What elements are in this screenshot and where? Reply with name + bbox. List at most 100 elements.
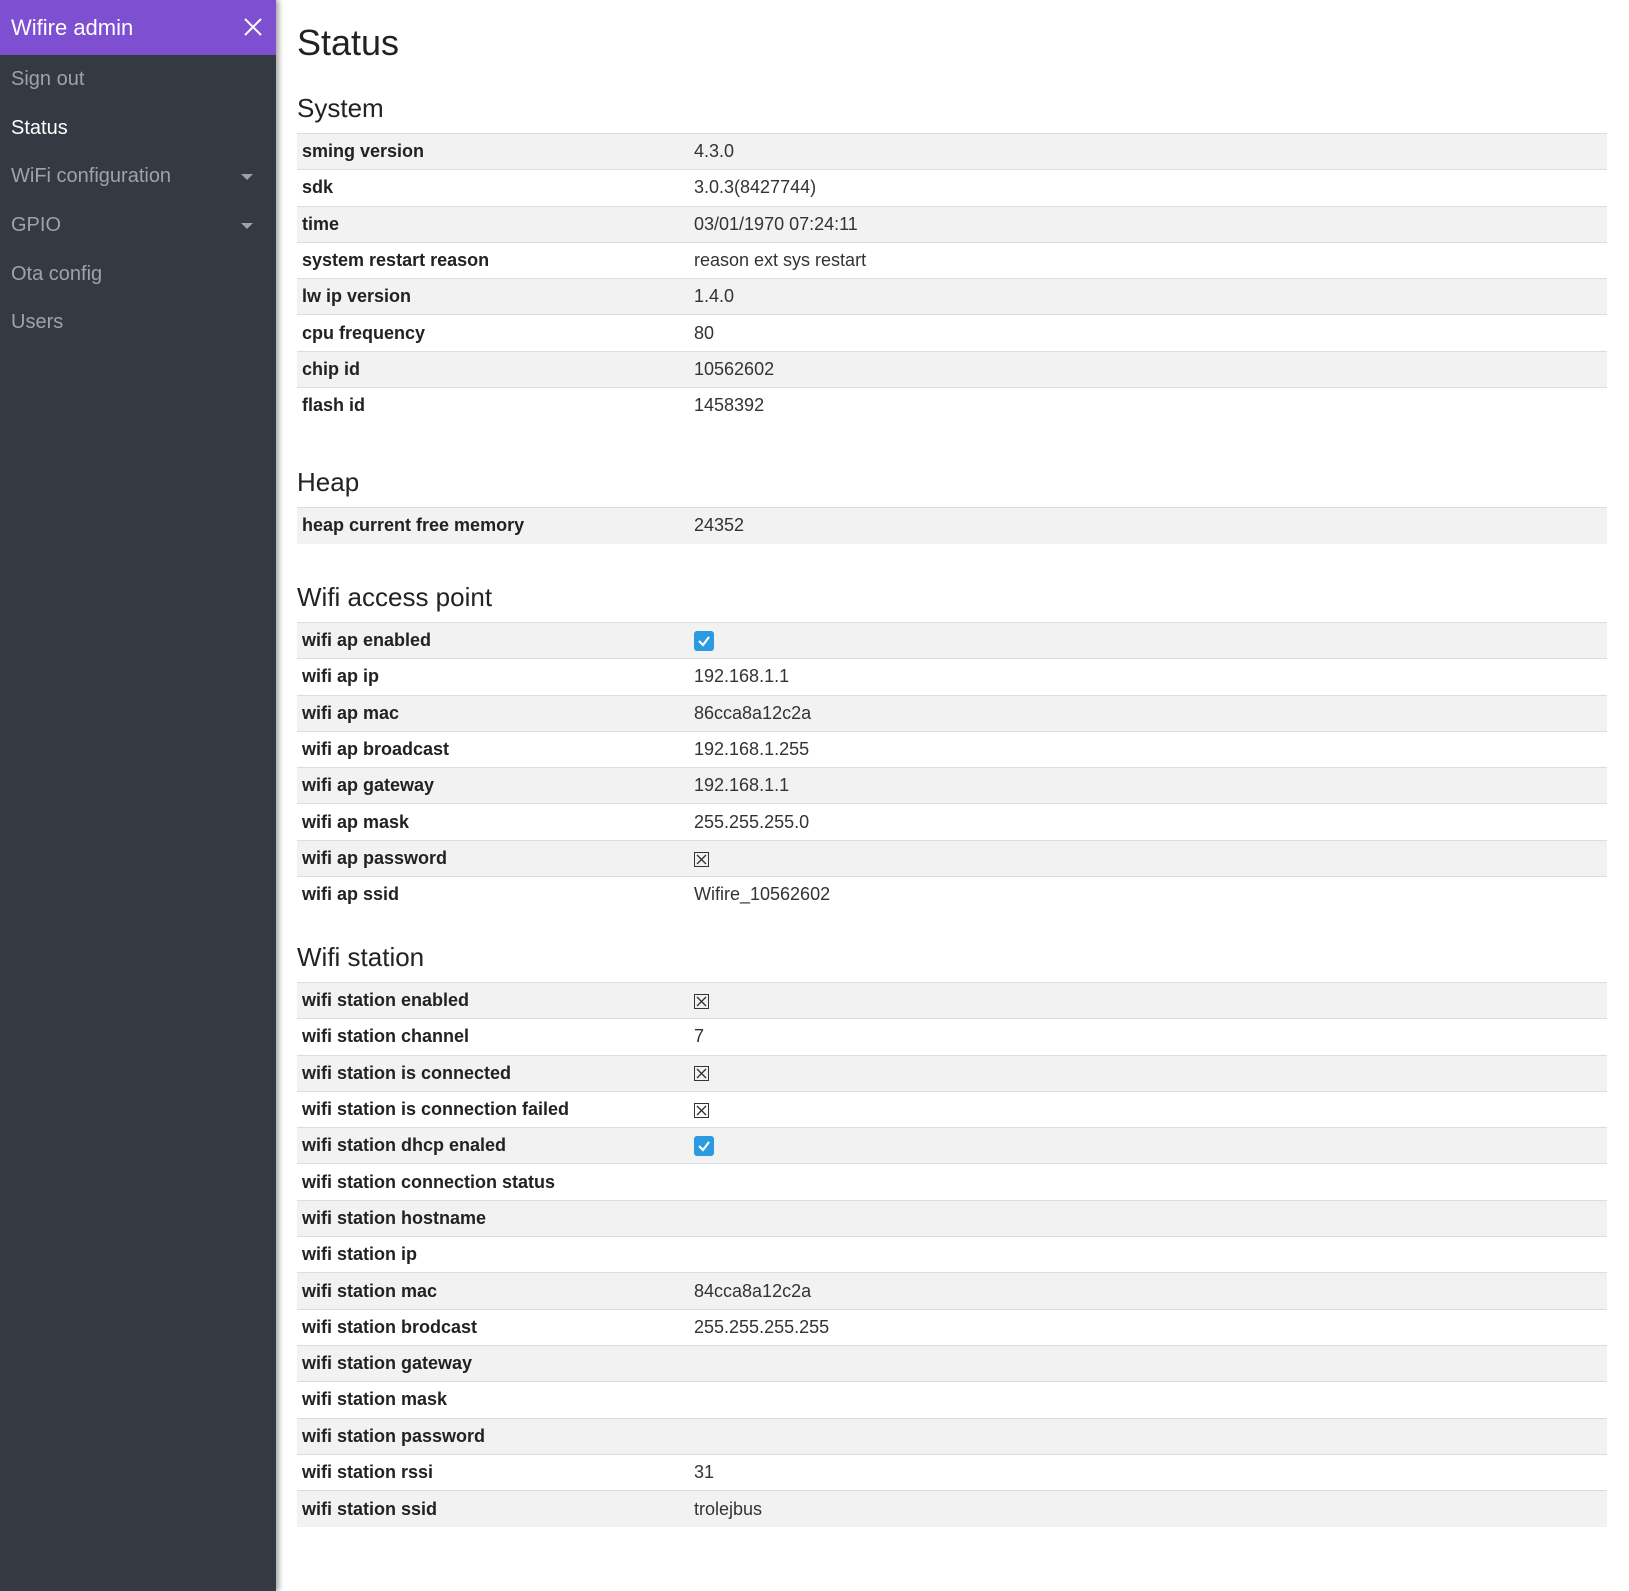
sidebar-item-label: Sign out xyxy=(11,68,85,90)
row-value: 1.4.0 xyxy=(694,286,735,307)
row-key: wifi station is connection failed xyxy=(302,1099,570,1120)
section-heap: Heap heap current free memory 24352 xyxy=(297,467,1607,544)
status-table: wifi station enabled wifi station channel… xyxy=(297,982,1607,1527)
sidebar-item-gpio[interactable]: GPIO xyxy=(0,201,276,251)
table-row: wifi station password xyxy=(297,1418,1607,1455)
table-row: lw ip version 1.4.0 xyxy=(297,278,1607,315)
row-key: wifi station connection status xyxy=(302,1171,556,1192)
row-key: wifi station ssid xyxy=(302,1498,438,1519)
section-title: Heap xyxy=(297,467,360,497)
row-key: heap current free memory xyxy=(302,515,525,536)
row-value xyxy=(689,1128,1607,1164)
table-row: wifi station hostname xyxy=(297,1200,1607,1237)
status-table: wifi ap enabled wifi ap ip 192.168.1.1 wifi… xyxy=(297,622,1607,913)
sidebar-item-users[interactable]: Users xyxy=(0,298,276,348)
row-key: wifi station gateway xyxy=(302,1353,473,1374)
sidebar-item-status[interactable]: Status xyxy=(0,104,276,154)
row-value: 10562602 xyxy=(694,358,775,379)
row-value: 192.168.1.1 xyxy=(694,775,790,796)
row-value: 192.168.1.255 xyxy=(694,739,810,760)
row-value: 7 xyxy=(694,1026,705,1047)
status-table: sming version 4.3.0 sdk 3.0.3(8427744) time 0… xyxy=(297,133,1607,424)
table-row: wifi station mac 84cca8a12c2a xyxy=(297,1272,1607,1310)
row-value: Wifire_10562602 xyxy=(694,884,831,905)
crossed-box-icon xyxy=(694,851,709,867)
row-key: wifi station dhcp enaled xyxy=(302,1135,507,1156)
checked-box-icon xyxy=(694,631,714,652)
row-key: lw ip version xyxy=(302,286,412,307)
table-row: wifi station rssi 31 xyxy=(297,1454,1607,1490)
row-key: wifi ap mac xyxy=(302,702,400,723)
row-value xyxy=(689,1200,1607,1236)
row-key: wifi ap gateway xyxy=(302,775,435,796)
crossed-box-icon xyxy=(694,993,709,1009)
row-key: wifi ap broadcast xyxy=(302,739,450,760)
table-row: wifi station enabled xyxy=(297,982,1607,1019)
sidebar-header: Wifire admin xyxy=(0,0,276,55)
caret-down-icon xyxy=(241,174,253,180)
row-key: wifi ap ssid xyxy=(302,884,400,905)
table-row: wifi ap mask 255.255.255.0 xyxy=(297,803,1607,840)
section-wifi-access-point: Wifi access point wifi ap enabled wifi ap … xyxy=(297,582,1607,913)
table-row: chip id 10562602 xyxy=(297,351,1607,388)
table-row: flash id 1458392 xyxy=(297,387,1607,424)
row-value: 3.0.3(8427744) xyxy=(694,177,817,198)
row-key: wifi ap password xyxy=(302,847,448,868)
row-key: wifi station password xyxy=(302,1425,486,1446)
row-value: reason ext sys restart xyxy=(694,250,867,271)
row-key: wifi ap mask xyxy=(302,811,410,832)
sidebar-item-label: Status xyxy=(11,117,68,139)
table-row: wifi station ip xyxy=(297,1236,1607,1273)
row-value xyxy=(689,1418,1607,1454)
section-wifi-station: Wifi station wifi station enabled wifi sta… xyxy=(297,942,1607,1527)
crossed-box-icon xyxy=(694,1102,709,1118)
close-icon[interactable] xyxy=(242,16,264,38)
table-row: wifi ap enabled xyxy=(297,622,1607,659)
table-row: wifi ap password xyxy=(297,840,1607,877)
table-row: wifi station is connection failed xyxy=(297,1091,1607,1127)
table-row: wifi ap broadcast 192.168.1.255 xyxy=(297,731,1607,767)
table-row: wifi ap gateway 192.168.1.1 xyxy=(297,767,1607,804)
sidebar-item-label: WiFi configuration xyxy=(11,165,172,187)
table-row: cpu frequency 80 xyxy=(297,314,1607,351)
sidebar-item-wifi-configuration[interactable]: WiFi configuration xyxy=(0,152,276,202)
table-row: wifi station connection status xyxy=(297,1163,1607,1200)
row-key: wifi station brodcast xyxy=(302,1316,478,1337)
table-row: wifi station is connected xyxy=(297,1055,1607,1092)
table-row: wifi station channel 7 xyxy=(297,1018,1607,1055)
row-value: 03/01/1970 07:24:11 xyxy=(694,213,858,234)
row-value xyxy=(689,983,1607,1019)
row-value xyxy=(689,1055,1607,1091)
page-title: Status xyxy=(297,22,400,63)
sidebar-item-sign-out[interactable]: Sign out xyxy=(0,55,276,105)
row-key: wifi station hostname xyxy=(302,1207,487,1228)
section-system: System sming version 4.3.0 sdk 3.0.3(8427744… xyxy=(297,93,1607,424)
row-value xyxy=(689,1345,1607,1381)
row-value xyxy=(689,1091,1607,1127)
row-value: 24352 xyxy=(694,515,745,536)
crossed-box-icon xyxy=(694,1066,709,1082)
row-value: 255.255.255.0 xyxy=(694,811,810,832)
row-value: 1458392 xyxy=(694,395,765,416)
table-row: wifi station mask xyxy=(297,1381,1607,1418)
app-title: Wifire admin xyxy=(11,15,134,40)
row-key: time xyxy=(302,213,340,234)
table-row: time 03/01/1970 07:24:11 xyxy=(297,206,1607,243)
section-title: Wifi access point xyxy=(297,582,493,612)
table-row: wifi ap ssid Wifire_10562602 xyxy=(297,876,1607,913)
sidebar-item-label: GPIO xyxy=(11,214,62,236)
section-title: Wifi station xyxy=(297,942,425,972)
table-row: wifi station gateway xyxy=(297,1345,1607,1382)
row-key: wifi ap ip xyxy=(302,666,380,687)
row-key: wifi ap enabled xyxy=(302,630,432,651)
table-row: wifi ap mac 86cca8a12c2a xyxy=(297,695,1607,732)
caret-down-icon xyxy=(241,223,253,229)
row-key: chip id xyxy=(302,358,360,379)
row-value: 4.3.0 xyxy=(694,141,735,162)
row-key: wifi station channel xyxy=(302,1026,470,1047)
status-table: heap current free memory 24352 xyxy=(297,507,1607,544)
sidebar-item-ota-config[interactable]: Ota config xyxy=(0,250,276,300)
row-value xyxy=(689,1164,1607,1200)
table-row: sming version 4.3.0 xyxy=(297,133,1607,170)
row-value xyxy=(689,1237,1607,1273)
